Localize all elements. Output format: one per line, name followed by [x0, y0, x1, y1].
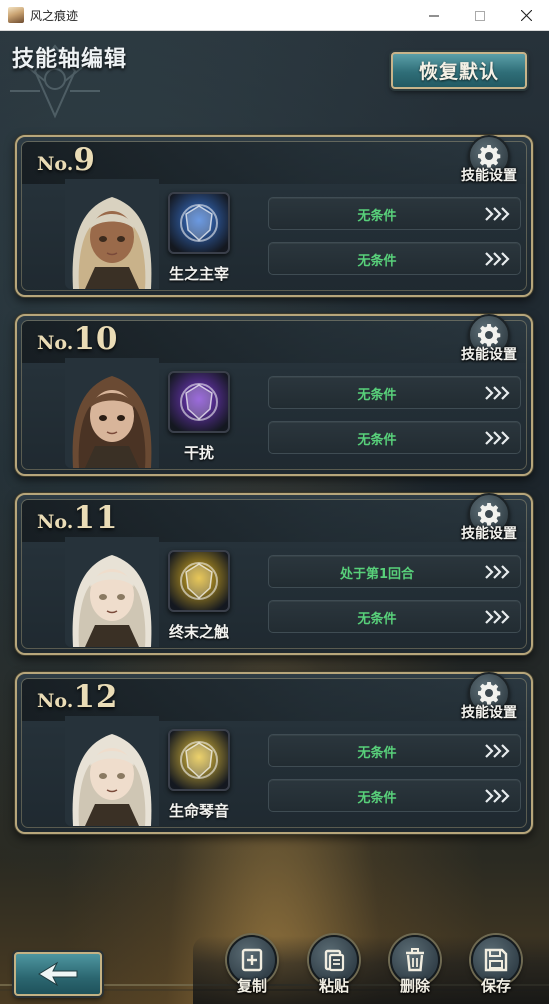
skill-condition-button[interactable]: 处于第1回合 [268, 555, 521, 588]
skill-card: No.10 技能设置 干扰 无条件 无条件 [15, 314, 533, 476]
window-titlebar: 风之痕迹 [0, 0, 549, 31]
close-icon [520, 10, 532, 21]
card-number: No.9 [37, 142, 96, 178]
card-number-value: 11 [73, 500, 119, 536]
game-screen: 技能轴编辑 恢复默认 No.9 技能设置 生之主宰 无条件 无条件 No.10 … [0, 31, 549, 1004]
chevron-right-icon [485, 386, 510, 400]
skill-settings-button[interactable]: 技能设置 [457, 314, 525, 364]
character-portrait [65, 537, 159, 647]
character-portrait [65, 358, 159, 468]
skill-settings-button[interactable]: 技能设置 [457, 135, 525, 185]
back-button[interactable] [14, 952, 102, 996]
save-icon [484, 948, 508, 972]
skill-condition-button[interactable]: 无条件 [268, 376, 521, 409]
skill-condition-button[interactable]: 无条件 [268, 600, 521, 633]
save-button[interactable]: 保存 [466, 935, 526, 1004]
copy-button[interactable]: 复制 [222, 935, 282, 1004]
character-portrait [65, 716, 159, 826]
skill-condition-button[interactable]: 无条件 [268, 197, 521, 230]
copy-label: 复制 [236, 977, 267, 995]
card-number-value: 9 [73, 142, 96, 178]
skill-settings-label: 技能设置 [461, 347, 517, 363]
card-number-prefix: No. [37, 332, 74, 354]
skill-card: No.11 技能设置 终末之触 处于第1回合 无条件 [15, 493, 533, 655]
skill-condition-button[interactable]: 无条件 [268, 421, 521, 454]
card-number-value: 12 [73, 679, 119, 715]
paste-label: 粘贴 [318, 977, 349, 995]
chevron-right-icon [485, 610, 510, 624]
card-header-band [22, 142, 526, 184]
card-number-value: 10 [73, 321, 119, 357]
skill-settings-button[interactable]: 技能设置 [457, 493, 525, 543]
chevron-right-icon [485, 431, 510, 445]
card-number: No.12 [37, 679, 118, 715]
chevron-right-icon [485, 744, 510, 758]
page-title: 技能轴编辑 [12, 46, 128, 72]
skill-condition-button[interactable]: 无条件 [268, 779, 521, 812]
skill-icon [168, 192, 230, 254]
minimize-icon [429, 15, 439, 16]
trash-icon [406, 948, 424, 972]
maximize-icon [475, 10, 485, 21]
condition-text: 无条件 [357, 612, 397, 627]
restore-default-button[interactable]: 恢复默认 [391, 52, 527, 89]
window-title: 风之痕迹 [30, 9, 79, 23]
card-number-prefix: No. [37, 153, 74, 175]
chevron-right-icon [485, 565, 510, 579]
skill-name: 干扰 [183, 444, 214, 462]
condition-text: 无条件 [357, 433, 397, 448]
skill-settings-button[interactable]: 技能设置 [457, 672, 525, 722]
skill-settings-label: 技能设置 [461, 526, 517, 542]
chevron-right-icon [485, 207, 510, 221]
skill-name: 生命琴音 [168, 802, 229, 820]
card-number-prefix: No. [37, 511, 74, 533]
close-button[interactable] [503, 0, 549, 31]
save-label: 保存 [480, 977, 511, 995]
card-number-prefix: No. [37, 690, 74, 712]
minimize-button[interactable] [411, 0, 457, 31]
character-portrait [65, 179, 159, 289]
skill-condition-button[interactable]: 无条件 [268, 734, 521, 767]
skill-icon [168, 550, 230, 612]
skill-icon [168, 729, 230, 791]
card-number: No.11 [37, 500, 118, 536]
condition-text: 无条件 [357, 388, 397, 403]
condition-text: 无条件 [357, 791, 397, 806]
skill-settings-label: 技能设置 [461, 168, 517, 184]
condition-text: 处于第1回合 [339, 567, 415, 582]
paste-button[interactable]: 粘贴 [304, 935, 364, 1004]
chevron-right-icon [485, 789, 510, 803]
skill-card: No.9 技能设置 生之主宰 无条件 无条件 [15, 135, 533, 297]
delete-button[interactable]: 删除 [385, 935, 445, 1004]
skill-condition-button[interactable]: 无条件 [268, 242, 521, 275]
card-number: No.10 [37, 321, 118, 357]
delete-label: 删除 [399, 977, 430, 995]
skill-name: 生之主宰 [168, 265, 229, 283]
condition-text: 无条件 [357, 209, 397, 224]
chevron-right-icon [485, 252, 510, 266]
skill-name: 终末之触 [168, 623, 229, 641]
app-icon [8, 7, 24, 23]
condition-text: 无条件 [357, 254, 397, 269]
copy-icon [241, 948, 263, 972]
maximize-button[interactable] [457, 0, 503, 31]
back-arrow-icon [38, 961, 78, 987]
skill-icon [168, 371, 230, 433]
paste-icon [324, 949, 345, 972]
skill-settings-label: 技能设置 [461, 705, 517, 721]
skill-card: No.12 技能设置 生命琴音 无条件 无条件 [15, 672, 533, 834]
condition-text: 无条件 [357, 746, 397, 761]
